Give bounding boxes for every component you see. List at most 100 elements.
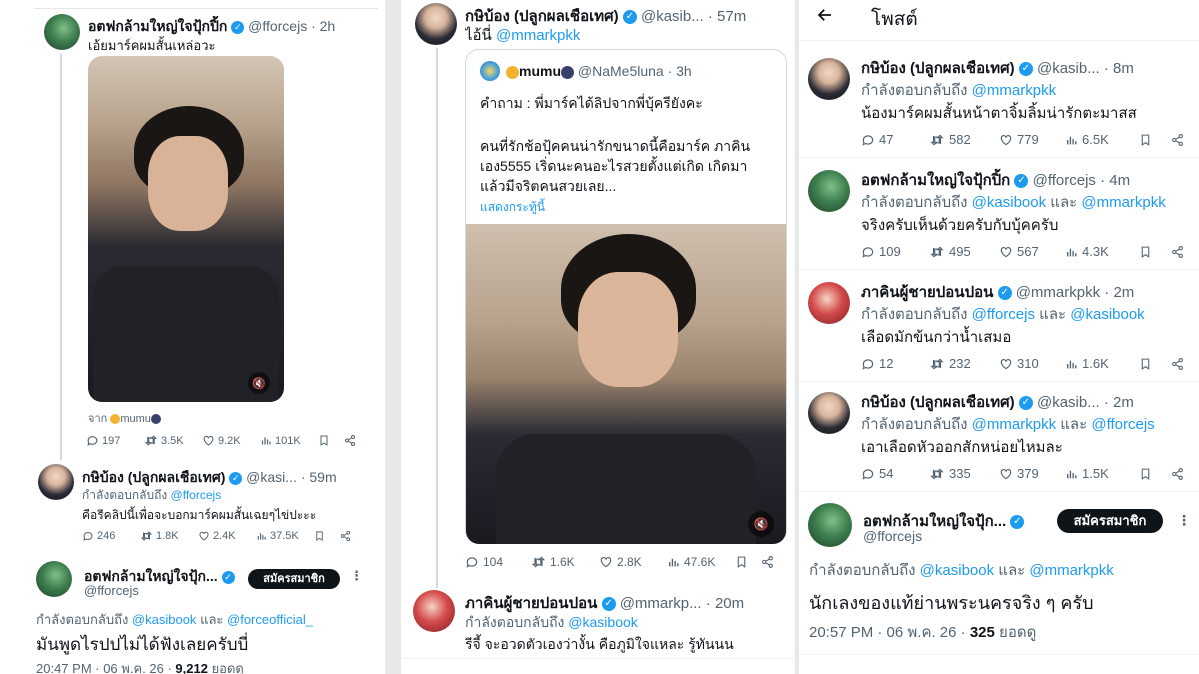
author-name[interactable]: ภาคินผู้ชายปอนปอน [465, 595, 597, 612]
author-handle[interactable]: @fforcejs [248, 18, 307, 34]
author-name[interactable]: อตฟกล้ามใหญ่ใจปุ้ก... [84, 568, 218, 584]
post-time[interactable]: · 20m [706, 595, 744, 612]
bookmark-button[interactable] [1139, 357, 1171, 371]
avatar[interactable] [44, 14, 80, 50]
author-name[interactable]: กษิบ้อง (ปลูกผลเชือเทศ) [861, 394, 1015, 411]
author-handle[interactable]: @fforcejs [1033, 172, 1096, 189]
retweet-button[interactable]: 1.8K [140, 530, 198, 542]
more-options-icon[interactable]: ⋮ [1177, 512, 1191, 529]
share-button[interactable] [1171, 245, 1184, 259]
avatar[interactable] [413, 590, 455, 632]
mute-icon[interactable]: 🔇 [248, 372, 270, 394]
post-time[interactable]: · 59m [301, 469, 337, 485]
avatar[interactable] [808, 282, 850, 324]
like-button[interactable]: 310 [999, 356, 1065, 371]
avatar[interactable] [480, 61, 500, 81]
author-handle[interactable]: @mmarkpkk [1016, 284, 1100, 301]
like-button[interactable]: 9.2K [202, 434, 260, 447]
retweet-button[interactable]: 495 [929, 244, 999, 259]
reply-button[interactable]: 54 [861, 466, 929, 481]
views-button[interactable]: 37.5K [256, 530, 314, 542]
retweet-button[interactable]: 1.6K [531, 555, 599, 569]
source-attribution[interactable]: จาก mumu [88, 409, 161, 427]
retweet-button[interactable]: 582 [929, 132, 999, 147]
like-button[interactable]: 2.4K [198, 530, 256, 542]
mention-link[interactable]: @kasibook [568, 614, 637, 630]
mention-link[interactable]: @mmarkpkk [972, 82, 1056, 99]
video-player[interactable]: 🔇 [88, 56, 284, 402]
author-handle[interactable]: @kasi... [246, 469, 297, 485]
share-button[interactable] [344, 434, 356, 447]
share-button[interactable] [1171, 467, 1184, 481]
bookmark-button[interactable] [318, 434, 344, 447]
subscribe-button[interactable]: สมัครสมาชิก [1057, 509, 1163, 533]
mention-link[interactable]: @kasibook [132, 612, 197, 627]
like-button[interactable]: 779 [999, 132, 1065, 147]
share-button[interactable] [761, 555, 774, 569]
author-name[interactable]: อตฟกล้ามใหญ่ใจปุ้กปิ้ก [861, 172, 1010, 189]
video-player[interactable]: 🔇 [466, 224, 786, 544]
author-name[interactable]: กษิบ้อง (ปลูกผลเชือเทศ) [861, 60, 1015, 77]
mention-link[interactable]: @fforcejs [972, 306, 1035, 323]
post-time[interactable]: · 2m [1104, 394, 1134, 411]
author-handle[interactable]: @kasib... [1037, 394, 1100, 411]
author-handle[interactable]: @kasib... [641, 8, 704, 25]
author-handle[interactable]: @fforcejs [863, 528, 922, 544]
avatar[interactable] [808, 392, 850, 434]
reply-button[interactable]: 12 [861, 356, 929, 371]
retweet-button[interactable]: 335 [929, 466, 999, 481]
avatar[interactable] [38, 464, 74, 500]
reply-button[interactable]: 246 [82, 530, 140, 542]
avatar[interactable] [415, 3, 457, 45]
avatar[interactable] [36, 561, 72, 597]
subscribe-button[interactable]: สมัครสมาชิก [248, 569, 340, 589]
reply-button[interactable]: 197 [86, 434, 144, 447]
mention-link[interactable]: @kasibook [972, 194, 1046, 211]
mention-link[interactable]: @mmarkpkk [496, 27, 580, 44]
share-button[interactable] [1171, 133, 1184, 147]
author-handle[interactable]: @fforcejs [84, 583, 139, 598]
back-arrow-icon[interactable] [815, 6, 835, 24]
post-time[interactable]: · 2h [311, 18, 335, 34]
retweet-button[interactable]: 3.5K [144, 434, 202, 447]
post-time[interactable]: · 2m [1104, 284, 1134, 301]
post-time[interactable]: · 57m [708, 8, 746, 25]
mention-link[interactable]: @fforcejs [1091, 416, 1154, 433]
reply-button[interactable]: 47 [861, 132, 929, 147]
show-thread-link[interactable]: แสดงกระทู้นี้ [480, 198, 545, 217]
bookmark-button[interactable] [1139, 467, 1171, 481]
bookmark-button[interactable] [735, 555, 761, 569]
retweet-button[interactable]: 232 [929, 356, 999, 371]
mention-link[interactable]: @kasibook [920, 562, 994, 579]
bookmark-button[interactable] [314, 530, 340, 542]
views-button[interactable]: 101K [260, 434, 318, 447]
views-button[interactable]: 4.3K [1065, 244, 1139, 259]
views-button[interactable]: 47.6K [667, 555, 735, 569]
more-options-icon[interactable]: ⋮ [350, 568, 363, 584]
bookmark-button[interactable] [1139, 133, 1171, 147]
mention-link[interactable]: @mmarkpkk [1029, 562, 1113, 579]
mute-icon[interactable]: 🔇 [748, 511, 774, 537]
views-button[interactable]: 6.5K [1065, 132, 1139, 147]
author-name[interactable]: อตฟกล้ามใหญ่ใจปุ้กปิ้ก [88, 18, 227, 34]
avatar[interactable] [808, 58, 850, 100]
author-name[interactable]: กษิบ้อง (ปลูกผลเชือเทศ) [82, 469, 225, 485]
post-time[interactable]: · 4m [1100, 172, 1130, 189]
reply-button[interactable]: 104 [465, 555, 531, 569]
views-button[interactable]: 1.5K [1065, 466, 1139, 481]
post-time[interactable]: · 8m [1104, 60, 1134, 77]
like-button[interactable]: 379 [999, 466, 1065, 481]
avatar[interactable] [808, 170, 850, 212]
like-button[interactable]: 2.8K [599, 555, 667, 569]
author-handle[interactable]: @mmarkp... [620, 595, 702, 612]
bookmark-button[interactable] [1139, 245, 1171, 259]
mention-link[interactable]: @kasibook [1070, 306, 1144, 323]
author-name[interactable]: mumu [519, 63, 561, 79]
author-handle[interactable]: @NaMe5luna [578, 63, 664, 79]
like-button[interactable]: 567 [999, 244, 1065, 259]
author-handle[interactable]: @kasib... [1037, 60, 1100, 77]
mention-link[interactable]: @mmarkpkk [1081, 194, 1165, 211]
share-button[interactable] [1171, 357, 1184, 371]
post-time[interactable]: · 3h [668, 63, 692, 79]
share-button[interactable] [340, 530, 351, 542]
